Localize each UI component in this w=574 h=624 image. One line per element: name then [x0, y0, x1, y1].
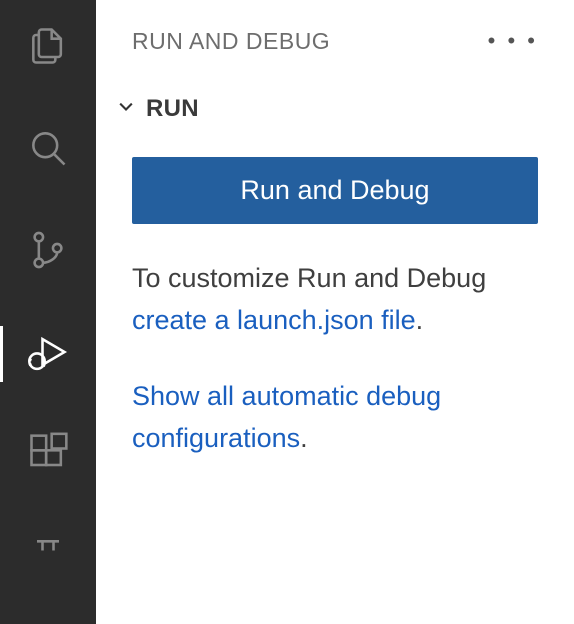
- section-title: RUN: [146, 95, 199, 123]
- activity-extensions[interactable]: [0, 424, 96, 488]
- section-header-run[interactable]: RUN: [96, 72, 574, 145]
- activity-bar: [0, 0, 96, 624]
- activity-search[interactable]: [0, 118, 96, 182]
- run-and-debug-button[interactable]: Run and Debug: [132, 157, 538, 224]
- source-control-icon: [26, 228, 70, 277]
- activity-more[interactable]: [0, 526, 96, 590]
- run-debug-panel: RUN AND DEBUG • • • RUN Run and Debug To…: [96, 0, 574, 624]
- activity-explorer[interactable]: [0, 16, 96, 80]
- extensions-icon: [26, 432, 70, 481]
- show-all-description: Show all automatic debug configurations.: [132, 376, 538, 460]
- panel-more-icon[interactable]: • • •: [484, 24, 538, 58]
- create-launch-json-link[interactable]: create a launch.json file: [132, 305, 416, 335]
- activity-source-control[interactable]: [0, 220, 96, 284]
- panel-title: RUN AND DEBUG: [132, 28, 330, 55]
- desc-suffix: .: [416, 305, 424, 335]
- customize-description: To customize Run and Debug create a laun…: [132, 258, 538, 342]
- run-debug-icon: [26, 330, 70, 379]
- search-icon: [26, 126, 70, 175]
- chevron-down-icon: [112, 92, 140, 125]
- generic-icon: [26, 534, 70, 583]
- files-icon: [26, 24, 70, 73]
- activity-run-debug[interactable]: [0, 322, 96, 386]
- panel-header: RUN AND DEBUG • • •: [96, 0, 574, 72]
- desc-prefix: To customize Run and Debug: [132, 263, 486, 293]
- panel-body: Run and Debug To customize Run and Debug…: [96, 145, 574, 459]
- show-all-suffix: .: [300, 423, 308, 453]
- show-all-configs-link[interactable]: Show all automatic debug configurations: [132, 381, 441, 453]
